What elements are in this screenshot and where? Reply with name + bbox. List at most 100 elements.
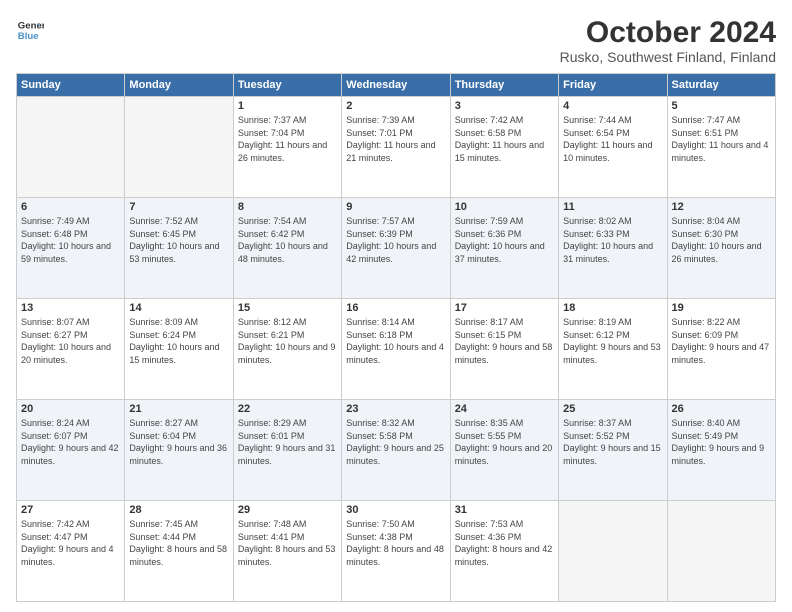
calendar-cell: 6 Sunrise: 7:49 AM Sunset: 6:48 PM Daylig… [17, 198, 125, 299]
day-info: Sunrise: 8:14 AM Sunset: 6:18 PM Dayligh… [346, 316, 445, 366]
calendar-cell: 15 Sunrise: 8:12 AM Sunset: 6:21 PM Dayli… [233, 299, 341, 400]
day-number: 18 [563, 302, 662, 314]
day-info: Sunrise: 8:35 AM Sunset: 5:55 PM Dayligh… [455, 417, 554, 467]
calendar-cell: 25Sunrise: 8:37 AM Sunset: 5:52 PM Dayli… [559, 400, 667, 501]
day-number: 26 [672, 403, 771, 415]
day-info: Sunrise: 8:07 AM Sunset: 6:27 PM Dayligh… [21, 316, 120, 366]
day-number: 30 [346, 504, 445, 516]
calendar-cell: 19 Sunrise: 8:22 AM Sunset: 6:09 PM Dayli… [667, 299, 775, 400]
calendar-cell: 31 Sunrise: 7:53 AM Sunset: 4:36 PM Dayli… [450, 501, 558, 602]
day-number: 22 [238, 403, 337, 415]
day-number: 19 [672, 302, 771, 314]
day-info: Sunrise: 8:17 AM Sunset: 6:15 PM Dayligh… [455, 316, 554, 366]
calendar-cell: 2Sunrise: 7:39 AM Sunset: 7:01 PM Daylig… [342, 97, 450, 198]
day-info: Sunrise: 7:53 AM Sunset: 4:36 PM Dayligh… [455, 518, 554, 568]
calendar-week-row-2: 6 Sunrise: 7:49 AM Sunset: 6:48 PM Daylig… [17, 198, 776, 299]
day-number: 9 [346, 201, 445, 213]
day-info: Sunrise: 8:40 AM Sunset: 5:49 PM Dayligh… [672, 417, 771, 467]
calendar-cell: 28Sunrise: 7:45 AM Sunset: 4:44 PM Dayli… [125, 501, 233, 602]
day-number: 29 [238, 504, 337, 516]
day-info: Sunrise: 7:49 AM Sunset: 6:48 PM Dayligh… [21, 215, 120, 265]
main-title: October 2024 [560, 16, 776, 49]
day-info: Sunrise: 8:02 AM Sunset: 6:33 PM Dayligh… [563, 215, 662, 265]
calendar-cell: 3 Sunrise: 7:42 AM Sunset: 6:58 PM Daylig… [450, 97, 558, 198]
day-number: 6 [21, 201, 120, 213]
day-info: Sunrise: 8:29 AM Sunset: 6:01 PM Dayligh… [238, 417, 337, 467]
day-number: 25 [563, 403, 662, 415]
day-info: Sunrise: 7:42 AM Sunset: 6:58 PM Dayligh… [455, 114, 554, 164]
calendar-week-row-5: 27 Sunrise: 7:42 AM Sunset: 4:47 PM Dayli… [17, 501, 776, 602]
calendar-cell: 14Sunrise: 8:09 AM Sunset: 6:24 PM Dayli… [125, 299, 233, 400]
day-number: 31 [455, 504, 554, 516]
calendar-cell: 13 Sunrise: 8:07 AM Sunset: 6:27 PM Dayli… [17, 299, 125, 400]
col-friday: Friday [559, 74, 667, 97]
svg-text:General: General [18, 20, 44, 31]
svg-text:Blue: Blue [18, 31, 39, 42]
day-number: 10 [455, 201, 554, 213]
col-sunday: Sunday [17, 74, 125, 97]
day-info: Sunrise: 7:37 AM Sunset: 7:04 PM Dayligh… [238, 114, 337, 164]
day-info: Sunrise: 7:42 AM Sunset: 4:47 PM Dayligh… [21, 518, 120, 568]
calendar-cell: 20 Sunrise: 8:24 AM Sunset: 6:07 PM Dayli… [17, 400, 125, 501]
calendar-cell: 10 Sunrise: 7:59 AM Sunset: 6:36 PM Dayli… [450, 198, 558, 299]
calendar-table: Sunday Monday Tuesday Wednesday Thursday… [16, 73, 776, 602]
calendar-cell: 16Sunrise: 8:14 AM Sunset: 6:18 PM Dayli… [342, 299, 450, 400]
day-number: 2 [346, 100, 445, 112]
day-info: Sunrise: 7:47 AM Sunset: 6:51 PM Dayligh… [672, 114, 771, 164]
day-info: Sunrise: 7:44 AM Sunset: 6:54 PM Dayligh… [563, 114, 662, 164]
day-number: 17 [455, 302, 554, 314]
day-number: 12 [672, 201, 771, 213]
calendar-cell: 17 Sunrise: 8:17 AM Sunset: 6:15 PM Dayli… [450, 299, 558, 400]
calendar-cell: 27 Sunrise: 7:42 AM Sunset: 4:47 PM Dayli… [17, 501, 125, 602]
header: General Blue October 2024 Rusko, Southwe… [16, 16, 776, 65]
day-number: 14 [129, 302, 228, 314]
calendar-cell: 12 Sunrise: 8:04 AM Sunset: 6:30 PM Dayli… [667, 198, 775, 299]
calendar-cell: 24 Sunrise: 8:35 AM Sunset: 5:55 PM Dayli… [450, 400, 558, 501]
title-block: October 2024 Rusko, Southwest Finland, F… [560, 16, 776, 65]
day-info: Sunrise: 8:24 AM Sunset: 6:07 PM Dayligh… [21, 417, 120, 467]
calendar-cell: 26 Sunrise: 8:40 AM Sunset: 5:49 PM Dayli… [667, 400, 775, 501]
calendar-cell: 1 Sunrise: 7:37 AM Sunset: 7:04 PM Daylig… [233, 97, 341, 198]
day-info: Sunrise: 8:12 AM Sunset: 6:21 PM Dayligh… [238, 316, 337, 366]
calendar-header-row: Sunday Monday Tuesday Wednesday Thursday… [17, 74, 776, 97]
day-number: 13 [21, 302, 120, 314]
col-tuesday: Tuesday [233, 74, 341, 97]
day-number: 1 [238, 100, 337, 112]
day-info: Sunrise: 8:22 AM Sunset: 6:09 PM Dayligh… [672, 316, 771, 366]
calendar-cell: 29 Sunrise: 7:48 AM Sunset: 4:41 PM Dayli… [233, 501, 341, 602]
day-info: Sunrise: 7:45 AM Sunset: 4:44 PM Dayligh… [129, 518, 228, 568]
day-info: Sunrise: 7:50 AM Sunset: 4:38 PM Dayligh… [346, 518, 445, 568]
logo-icon: General Blue [16, 16, 44, 44]
calendar-cell: 5Sunrise: 7:47 AM Sunset: 6:51 PM Daylig… [667, 97, 775, 198]
day-number: 23 [346, 403, 445, 415]
day-info: Sunrise: 8:04 AM Sunset: 6:30 PM Dayligh… [672, 215, 771, 265]
day-number: 15 [238, 302, 337, 314]
calendar-week-row-4: 20 Sunrise: 8:24 AM Sunset: 6:07 PM Dayli… [17, 400, 776, 501]
day-number: 3 [455, 100, 554, 112]
calendar-week-row-1: 1 Sunrise: 7:37 AM Sunset: 7:04 PM Daylig… [17, 97, 776, 198]
day-info: Sunrise: 8:19 AM Sunset: 6:12 PM Dayligh… [563, 316, 662, 366]
day-info: Sunrise: 7:57 AM Sunset: 6:39 PM Dayligh… [346, 215, 445, 265]
calendar-cell [559, 501, 667, 602]
day-info: Sunrise: 7:48 AM Sunset: 4:41 PM Dayligh… [238, 518, 337, 568]
calendar-cell: 4Sunrise: 7:44 AM Sunset: 6:54 PM Daylig… [559, 97, 667, 198]
calendar-week-row-3: 13 Sunrise: 8:07 AM Sunset: 6:27 PM Dayli… [17, 299, 776, 400]
page: General Blue October 2024 Rusko, Southwe… [0, 0, 792, 612]
calendar-cell: 11 Sunrise: 8:02 AM Sunset: 6:33 PM Dayli… [559, 198, 667, 299]
calendar-cell: 30 Sunrise: 7:50 AM Sunset: 4:38 PM Dayli… [342, 501, 450, 602]
logo: General Blue [16, 16, 44, 44]
col-saturday: Saturday [667, 74, 775, 97]
calendar-cell: 8Sunrise: 7:54 AM Sunset: 6:42 PM Daylig… [233, 198, 341, 299]
calendar-cell: 18 Sunrise: 8:19 AM Sunset: 6:12 PM Dayli… [559, 299, 667, 400]
day-number: 20 [21, 403, 120, 415]
day-info: Sunrise: 7:52 AM Sunset: 6:45 PM Dayligh… [129, 215, 228, 265]
day-number: 11 [563, 201, 662, 213]
day-number: 7 [129, 201, 228, 213]
col-thursday: Thursday [450, 74, 558, 97]
calendar-cell [17, 97, 125, 198]
day-number: 24 [455, 403, 554, 415]
col-monday: Monday [125, 74, 233, 97]
day-number: 27 [21, 504, 120, 516]
calendar-cell: 21Sunrise: 8:27 AM Sunset: 6:04 PM Dayli… [125, 400, 233, 501]
day-info: Sunrise: 7:59 AM Sunset: 6:36 PM Dayligh… [455, 215, 554, 265]
